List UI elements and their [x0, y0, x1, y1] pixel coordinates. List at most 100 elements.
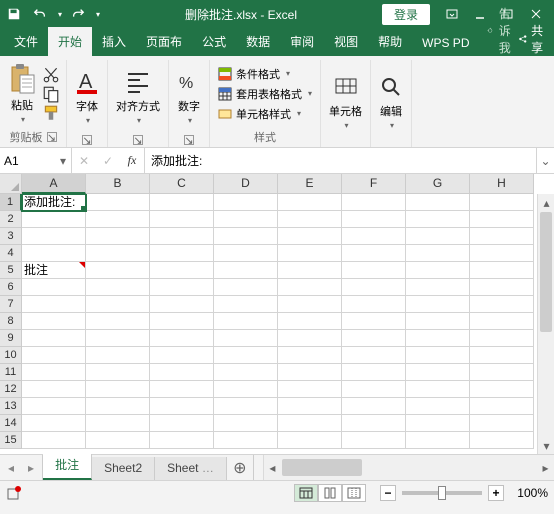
- zoom-slider[interactable]: [402, 491, 482, 495]
- scroll-down-arrow[interactable]: ▾: [538, 437, 554, 454]
- cell-E9[interactable]: [278, 330, 342, 347]
- cell-E10[interactable]: [278, 347, 342, 364]
- row-header-3[interactable]: 3: [0, 228, 22, 245]
- cell-B4[interactable]: [86, 245, 150, 262]
- cell-A1[interactable]: 添加批注:: [22, 194, 86, 211]
- column-header-H[interactable]: H: [470, 174, 534, 194]
- horizontal-scrollbar[interactable]: ◂ ▸: [263, 455, 554, 480]
- cell-A10[interactable]: [22, 347, 86, 364]
- cell-D5[interactable]: [214, 262, 278, 279]
- cell-G13[interactable]: [406, 398, 470, 415]
- cell-A9[interactable]: [22, 330, 86, 347]
- cell-styles-button[interactable]: 单元格样式▾: [216, 105, 314, 123]
- enter-formula-button[interactable]: ✓: [96, 154, 120, 168]
- column-header-B[interactable]: B: [86, 174, 150, 194]
- cell-B15[interactable]: [86, 432, 150, 449]
- cell-F1[interactable]: [342, 194, 406, 211]
- cell-C6[interactable]: [150, 279, 214, 296]
- cell-F5[interactable]: [342, 262, 406, 279]
- sheet-tab-2[interactable]: Sheet: [155, 457, 227, 480]
- cell-F11[interactable]: [342, 364, 406, 381]
- page-break-view-button[interactable]: [342, 484, 366, 502]
- zoom-in-button[interactable]: +: [488, 485, 504, 501]
- cell-E4[interactable]: [278, 245, 342, 262]
- row-header-13[interactable]: 13: [0, 398, 22, 415]
- cell-A3[interactable]: [22, 228, 86, 245]
- cell-E5[interactable]: [278, 262, 342, 279]
- tab-review[interactable]: 审阅: [280, 27, 324, 56]
- tab-view[interactable]: 视图: [324, 27, 368, 56]
- cell-B12[interactable]: [86, 381, 150, 398]
- cell-C2[interactable]: [150, 211, 214, 228]
- cell-C15[interactable]: [150, 432, 214, 449]
- cell-D12[interactable]: [214, 381, 278, 398]
- normal-view-button[interactable]: [294, 484, 318, 502]
- cell-C5[interactable]: [150, 262, 214, 279]
- paste-button[interactable]: 粘贴 ▾: [6, 61, 38, 126]
- cell-A5[interactable]: 批注: [22, 262, 86, 279]
- cell-H13[interactable]: [470, 398, 534, 415]
- cell-E14[interactable]: [278, 415, 342, 432]
- cell-B5[interactable]: [86, 262, 150, 279]
- cell-D13[interactable]: [214, 398, 278, 415]
- cell-A12[interactable]: [22, 381, 86, 398]
- cell-F9[interactable]: [342, 330, 406, 347]
- zoom-out-button[interactable]: −: [380, 485, 396, 501]
- formula-input[interactable]: [145, 148, 536, 173]
- tab-home[interactable]: 开始: [48, 27, 92, 56]
- row-header-4[interactable]: 4: [0, 245, 22, 262]
- cell-C12[interactable]: [150, 381, 214, 398]
- tab-insert[interactable]: 插入: [92, 27, 136, 56]
- cell-F14[interactable]: [342, 415, 406, 432]
- cell-D3[interactable]: [214, 228, 278, 245]
- row-header-1[interactable]: 1: [0, 194, 22, 211]
- column-header-D[interactable]: D: [214, 174, 278, 194]
- cell-G9[interactable]: [406, 330, 470, 347]
- cell-A8[interactable]: [22, 313, 86, 330]
- cell-B10[interactable]: [86, 347, 150, 364]
- cell-A15[interactable]: [22, 432, 86, 449]
- cell-B6[interactable]: [86, 279, 150, 296]
- cell-A13[interactable]: [22, 398, 86, 415]
- new-sheet-button[interactable]: ⊕: [227, 455, 253, 480]
- conditional-formatting-button[interactable]: 条件格式▾: [216, 65, 314, 83]
- cell-G1[interactable]: [406, 194, 470, 211]
- cell-A14[interactable]: [22, 415, 86, 432]
- column-header-F[interactable]: F: [342, 174, 406, 194]
- cell-B14[interactable]: [86, 415, 150, 432]
- cell-E6[interactable]: [278, 279, 342, 296]
- cell-G4[interactable]: [406, 245, 470, 262]
- number-dialog-launcher[interactable]: ↘: [184, 135, 194, 145]
- cell-H1[interactable]: [470, 194, 534, 211]
- cell-B2[interactable]: [86, 211, 150, 228]
- tab-help[interactable]: 帮助: [368, 27, 412, 56]
- column-header-C[interactable]: C: [150, 174, 214, 194]
- cell-F8[interactable]: [342, 313, 406, 330]
- row-header-10[interactable]: 10: [0, 347, 22, 364]
- cell-B11[interactable]: [86, 364, 150, 381]
- row-header-7[interactable]: 7: [0, 296, 22, 313]
- cell-H3[interactable]: [470, 228, 534, 245]
- editing-group-button[interactable]: 编辑 ▾: [377, 71, 405, 132]
- column-header-G[interactable]: G: [406, 174, 470, 194]
- column-header-A[interactable]: A: [22, 174, 86, 194]
- cell-D4[interactable]: [214, 245, 278, 262]
- copy-button[interactable]: [42, 86, 60, 102]
- cell-A2[interactable]: [22, 211, 86, 228]
- cell-E12[interactable]: [278, 381, 342, 398]
- cell-C13[interactable]: [150, 398, 214, 415]
- cell-D14[interactable]: [214, 415, 278, 432]
- cell-B7[interactable]: [86, 296, 150, 313]
- cell-B3[interactable]: [86, 228, 150, 245]
- cell-C10[interactable]: [150, 347, 214, 364]
- scroll-left-arrow[interactable]: ◂: [264, 459, 281, 476]
- cell-A4[interactable]: [22, 245, 86, 262]
- cell-C11[interactable]: [150, 364, 214, 381]
- column-header-E[interactable]: E: [278, 174, 342, 194]
- cell-D11[interactable]: [214, 364, 278, 381]
- cell-H9[interactable]: [470, 330, 534, 347]
- cell-C9[interactable]: [150, 330, 214, 347]
- cell-H11[interactable]: [470, 364, 534, 381]
- cell-D9[interactable]: [214, 330, 278, 347]
- cell-B13[interactable]: [86, 398, 150, 415]
